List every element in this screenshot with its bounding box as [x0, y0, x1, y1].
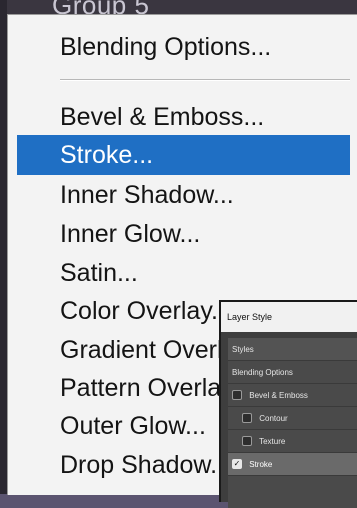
menu-item-satin[interactable]: Satin...	[8, 253, 350, 293]
blending-options-label: Blending Options	[232, 368, 293, 377]
menu-item-inner-shadow[interactable]: Inner Shadow...	[8, 175, 350, 215]
stroke-label: Stroke	[249, 460, 273, 469]
menu-item-stroke[interactable]: Stroke...	[17, 135, 350, 175]
checkbox-icon[interactable]	[232, 389, 242, 400]
checkbox-icon[interactable]	[242, 412, 252, 423]
styles-header-label: Styles	[232, 345, 254, 354]
texture-label: Texture	[259, 437, 286, 446]
texture-row[interactable]: Texture	[228, 430, 357, 453]
window-edge	[0, 0, 7, 494]
stroke-row[interactable]: ✓ Stroke	[228, 453, 357, 476]
contour-label: Contour	[259, 414, 288, 423]
menu-item-inner-glow[interactable]: Inner Glow...	[8, 214, 350, 254]
styles-header[interactable]: Styles	[228, 338, 357, 361]
styles-list-panel: Styles Blending Options Bevel & Emboss C…	[228, 338, 357, 508]
menu-separator	[60, 79, 350, 81]
menu-item-blending-options[interactable]: Blending Options...	[8, 27, 350, 67]
bevel-emboss-label: Bevel & Emboss	[249, 391, 308, 400]
bevel-emboss-row[interactable]: Bevel & Emboss	[228, 384, 357, 407]
layer-style-dialog: Layer Style Styles Blending Options Beve…	[219, 300, 357, 508]
contour-row[interactable]: Contour	[228, 407, 357, 430]
menu-item-bevel-emboss[interactable]: Bevel & Emboss...	[8, 97, 350, 137]
checkbox-icon[interactable]	[242, 435, 252, 446]
checkmark-icon[interactable]: ✓	[232, 458, 242, 469]
blending-options-row[interactable]: Blending Options	[228, 361, 357, 384]
dialog-title: Layer Style	[221, 302, 357, 332]
